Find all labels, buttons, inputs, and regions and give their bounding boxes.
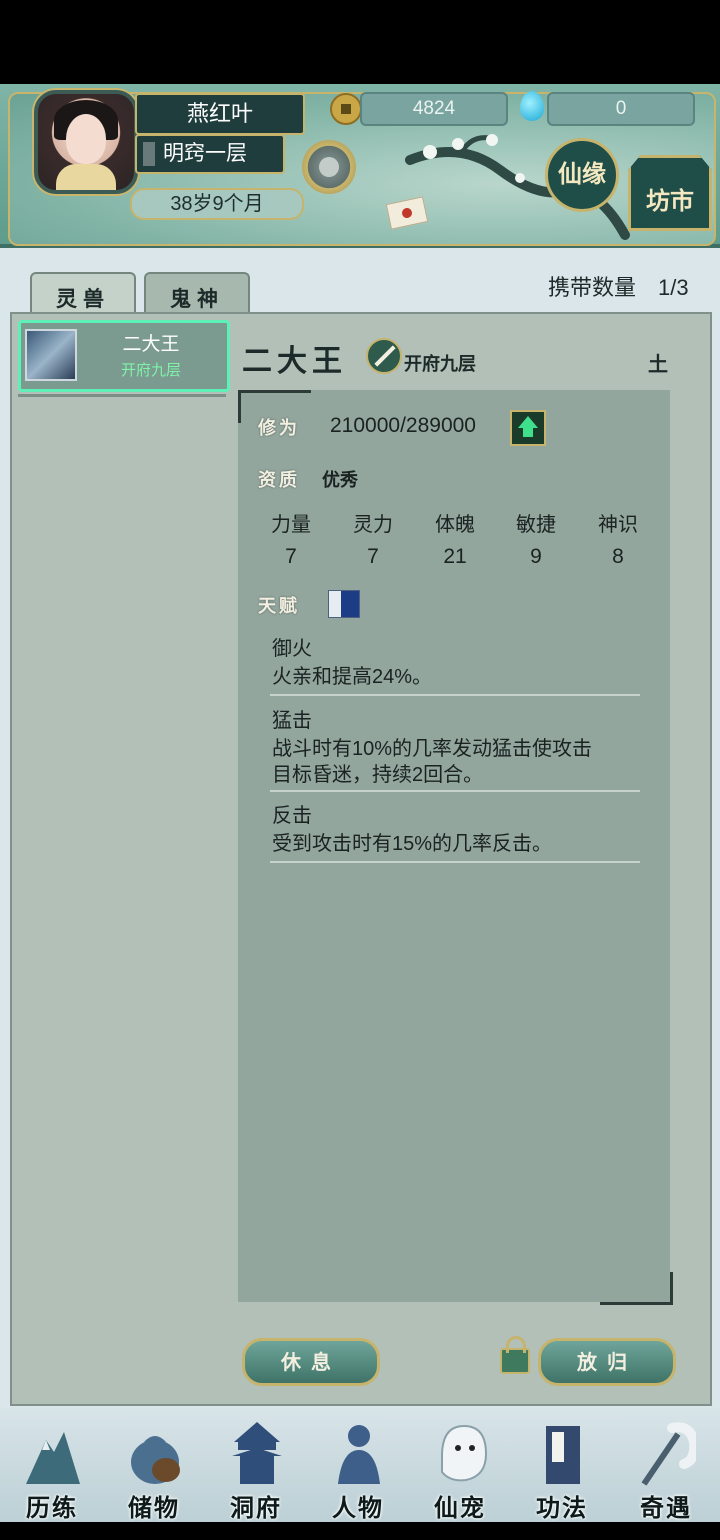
player-age: 38岁9个月 — [130, 188, 304, 220]
status-bar — [0, 0, 720, 84]
nav-label: 人物 — [332, 1493, 384, 1522]
player-realm-box: 明窍一层 — [135, 134, 285, 174]
attr-value-strength: 7 — [285, 545, 297, 568]
nav-label: 功法 — [536, 1493, 588, 1522]
attr-label-agility: 敏捷 — [516, 514, 556, 536]
talent-divider — [270, 861, 640, 863]
nav-item-character[interactable]: 人物 — [308, 1420, 408, 1522]
nav-label: 洞府 — [230, 1493, 282, 1522]
rename-brush-icon[interactable] — [366, 338, 402, 374]
hook-icon — [641, 1422, 696, 1486]
pouch-icon — [131, 1436, 180, 1484]
nav-item-training[interactable]: 历练 — [2, 1420, 102, 1522]
person-icon — [338, 1425, 380, 1484]
rest-button[interactable]: 休息 — [242, 1338, 380, 1386]
talent-label: 天赋 — [258, 596, 300, 617]
nav-label: 历练 — [26, 1493, 78, 1522]
attr-value-sense: 8 — [612, 545, 624, 568]
realm-progress-icon — [143, 142, 155, 166]
nav-label: 仙宠 — [434, 1493, 486, 1522]
talent-name: 猛击 — [272, 710, 312, 732]
pet-list-name: 二大王 — [122, 334, 180, 355]
player-avatar[interactable] — [34, 90, 138, 194]
settings-gear-icon[interactable] — [302, 140, 356, 194]
pet-list-realm: 开府九层 — [120, 362, 181, 379]
talent-divider — [270, 790, 640, 792]
pet-list-item[interactable]: 二大王 开府九层 — [18, 320, 230, 392]
nav-label: 储物 — [128, 1493, 180, 1522]
list-divider — [18, 394, 226, 397]
aptitude-value: 优秀 — [322, 470, 358, 491]
market-button[interactable]: 坊市 — [628, 155, 712, 231]
attr-value-spirit: 7 — [367, 545, 379, 568]
frame-corner-bottom-right — [600, 1272, 673, 1305]
aptitude-label: 资质 — [258, 470, 300, 491]
attr-label-sense: 神识 — [598, 514, 638, 536]
talent-desc: 受到攻击时有15%的几率反击。 — [272, 833, 553, 855]
cultivation-value: 210000/289000 — [330, 414, 476, 437]
talent-name: 御火 — [272, 638, 312, 660]
arrow-stem — [523, 427, 533, 437]
player-realm: 明窍一层 — [163, 142, 247, 165]
spirit-drop-icon — [520, 91, 544, 121]
pet-realm: 开府九层 — [404, 354, 476, 375]
tab-ghost-spirit[interactable]: 鬼神 — [144, 272, 250, 316]
attr-label-physique: 体魄 — [435, 514, 475, 536]
pagoda-icon — [232, 1422, 282, 1484]
player-name: 燕红叶 — [135, 93, 305, 135]
attr-value-physique: 21 — [443, 545, 467, 568]
coin-hole — [341, 104, 351, 114]
nav-item-storage[interactable]: 储物 — [104, 1420, 204, 1522]
nav-item-adventure[interactable]: 奇遇 — [616, 1420, 716, 1522]
coin-count: 4824 — [360, 92, 508, 126]
cultivation-label: 修为 — [258, 418, 300, 439]
nav-item-techniques[interactable]: 功法 — [512, 1420, 612, 1522]
avatar-face — [66, 114, 106, 164]
attr-label-spirit: 灵力 — [353, 514, 393, 536]
level-up-arrow-icon[interactable] — [510, 410, 546, 446]
mountain-icon — [26, 1432, 80, 1484]
attr-value-agility: 9 — [530, 545, 542, 568]
pet-thumbnail — [25, 329, 77, 381]
carry-count: 携带数量 1/3 — [548, 270, 689, 302]
pet-name-title: 二大王 — [242, 344, 347, 379]
xianyuan-button[interactable]: 仙缘 — [545, 138, 619, 212]
system-nav-bar — [0, 1522, 720, 1540]
talent-desc: 战斗时有10%的几率发动猛击使攻击目标昏迷，持续2回合。 — [272, 738, 593, 786]
talent-book-icon[interactable] — [328, 590, 360, 618]
attr-label-strength: 力量 — [271, 514, 311, 536]
carry-value: 1/3 — [658, 275, 689, 300]
spirit-drop-count: 0 — [547, 92, 695, 126]
talent-divider — [270, 694, 640, 696]
coin-icon — [330, 93, 362, 125]
talent-name: 反击 — [272, 805, 312, 827]
release-button[interactable]: 放归 — [538, 1338, 676, 1386]
brush-stroke — [374, 345, 396, 367]
nav-label: 奇遇 — [640, 1493, 692, 1522]
talent-desc: 火亲和提高24%。 — [272, 666, 433, 688]
lock-shackle — [506, 1336, 526, 1353]
carry-label: 携带数量 — [548, 275, 637, 300]
avatar-robe — [56, 164, 116, 190]
lock-icon[interactable] — [500, 1336, 530, 1374]
tab-spirit-beast[interactable]: 灵兽 — [30, 272, 136, 316]
pet-element: 土 — [648, 352, 668, 376]
ghost-pet-icon — [441, 1424, 488, 1482]
nav-item-cave[interactable]: 洞府 — [206, 1420, 306, 1522]
nav-item-pet[interactable]: 仙宠 — [410, 1420, 510, 1522]
scroll-book-icon — [546, 1426, 580, 1484]
gear-hole — [319, 157, 339, 177]
